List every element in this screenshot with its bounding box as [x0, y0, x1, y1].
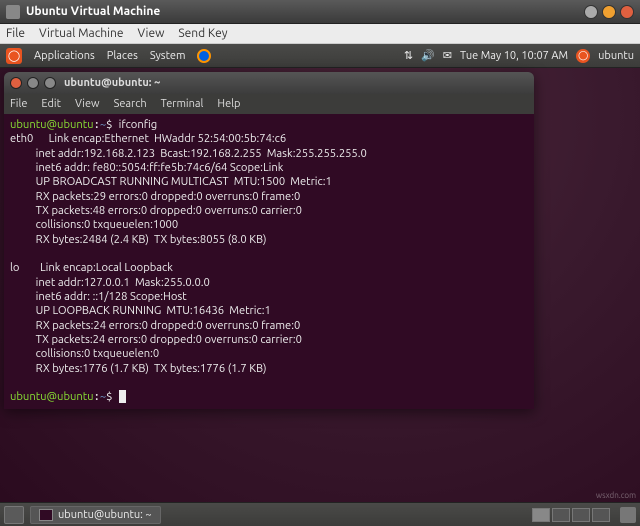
vm-app-icon — [6, 5, 20, 19]
vm-menu-view[interactable]: View — [138, 27, 165, 40]
vm-window-title: Ubuntu Virtual Machine — [26, 5, 584, 18]
gnome-panel-bottom: ubuntu@ubuntu: ~ — [0, 502, 640, 526]
workspace-4[interactable] — [592, 508, 610, 522]
vm-maximize-button[interactable] — [602, 5, 616, 19]
network-indicator-icon[interactable]: ⇅ — [404, 49, 413, 62]
firefox-launcher-icon[interactable] — [197, 49, 211, 63]
user-menu-icon[interactable]: ◯ — [576, 49, 590, 63]
vm-close-button[interactable] — [620, 5, 634, 19]
menu-applications[interactable]: Applications — [34, 50, 95, 62]
terminal-window[interactable]: ubuntu@ubuntu: ~ File Edit View Search T… — [4, 72, 534, 409]
term-menu-view[interactable]: View — [75, 98, 100, 110]
vm-host-titlebar: Ubuntu Virtual Machine — [0, 0, 640, 24]
vm-menu-file[interactable]: File — [6, 27, 25, 40]
term-menu-edit[interactable]: Edit — [41, 98, 61, 110]
terminal-maximize-button[interactable] — [44, 77, 56, 89]
menu-places[interactable]: Places — [107, 50, 138, 62]
vm-menu-send-key[interactable]: Send Key — [178, 27, 227, 40]
menu-system[interactable]: System — [150, 50, 186, 62]
terminal-output: eth0 Link encap:Ethernet HWaddr 52:54:00… — [10, 133, 367, 374]
terminal-command: ifconfig — [119, 119, 158, 131]
term-menu-search[interactable]: Search — [114, 98, 147, 110]
workspace-1[interactable] — [532, 508, 550, 522]
term-menu-file[interactable]: File — [10, 98, 27, 110]
vm-host-menubar: File Virtual Machine View Send Key — [0, 24, 640, 44]
terminal-minimize-button[interactable] — [27, 77, 39, 89]
terminal-title: ubuntu@ubuntu: ~ — [64, 77, 160, 89]
trash-icon[interactable] — [620, 507, 636, 523]
term-menu-terminal[interactable]: Terminal — [161, 98, 204, 110]
show-desktop-button[interactable] — [4, 506, 24, 524]
prompt-user-2: ubuntu@ubuntu — [10, 391, 94, 403]
user-menu-label[interactable]: ubuntu — [598, 50, 634, 62]
taskbar-item-terminal[interactable]: ubuntu@ubuntu: ~ — [30, 506, 161, 524]
mail-indicator-icon[interactable]: ✉ — [443, 49, 452, 62]
clock-indicator[interactable]: Tue May 10, 10:07 AM — [460, 50, 568, 62]
workspace-3[interactable] — [572, 508, 590, 522]
vm-menu-virtual-machine[interactable]: Virtual Machine — [39, 27, 124, 40]
terminal-close-button[interactable] — [10, 77, 22, 89]
taskbar-item-label: ubuntu@ubuntu: ~ — [58, 509, 152, 521]
term-menu-help[interactable]: Help — [217, 98, 240, 110]
vm-minimize-button[interactable] — [584, 5, 598, 19]
gnome-panel-top: ◯ Applications Places System ⇅ 🔊 ✉ Tue M… — [0, 44, 640, 68]
prompt-path-2: ~ — [100, 391, 106, 403]
prompt-path: ~ — [100, 119, 106, 131]
volume-indicator-icon[interactable]: 🔊 — [421, 49, 435, 62]
terminal-cursor — [119, 390, 126, 403]
watermark: wsxdn.com — [596, 491, 636, 500]
guest-desktop[interactable]: ◯ Applications Places System ⇅ 🔊 ✉ Tue M… — [0, 44, 640, 526]
terminal-menubar: File Edit View Search Terminal Help — [4, 94, 534, 114]
vm-window-controls — [584, 5, 634, 19]
taskbar-terminal-icon — [39, 509, 53, 521]
workspace-2[interactable] — [552, 508, 570, 522]
workspace-switcher — [532, 508, 610, 522]
terminal-content[interactable]: ubuntu@ubuntu:~$ ifconfig eth0 Link enca… — [4, 114, 534, 409]
prompt-user: ubuntu@ubuntu — [10, 119, 94, 131]
terminal-titlebar[interactable]: ubuntu@ubuntu: ~ — [4, 72, 534, 94]
ubuntu-logo-icon[interactable]: ◯ — [6, 48, 22, 64]
